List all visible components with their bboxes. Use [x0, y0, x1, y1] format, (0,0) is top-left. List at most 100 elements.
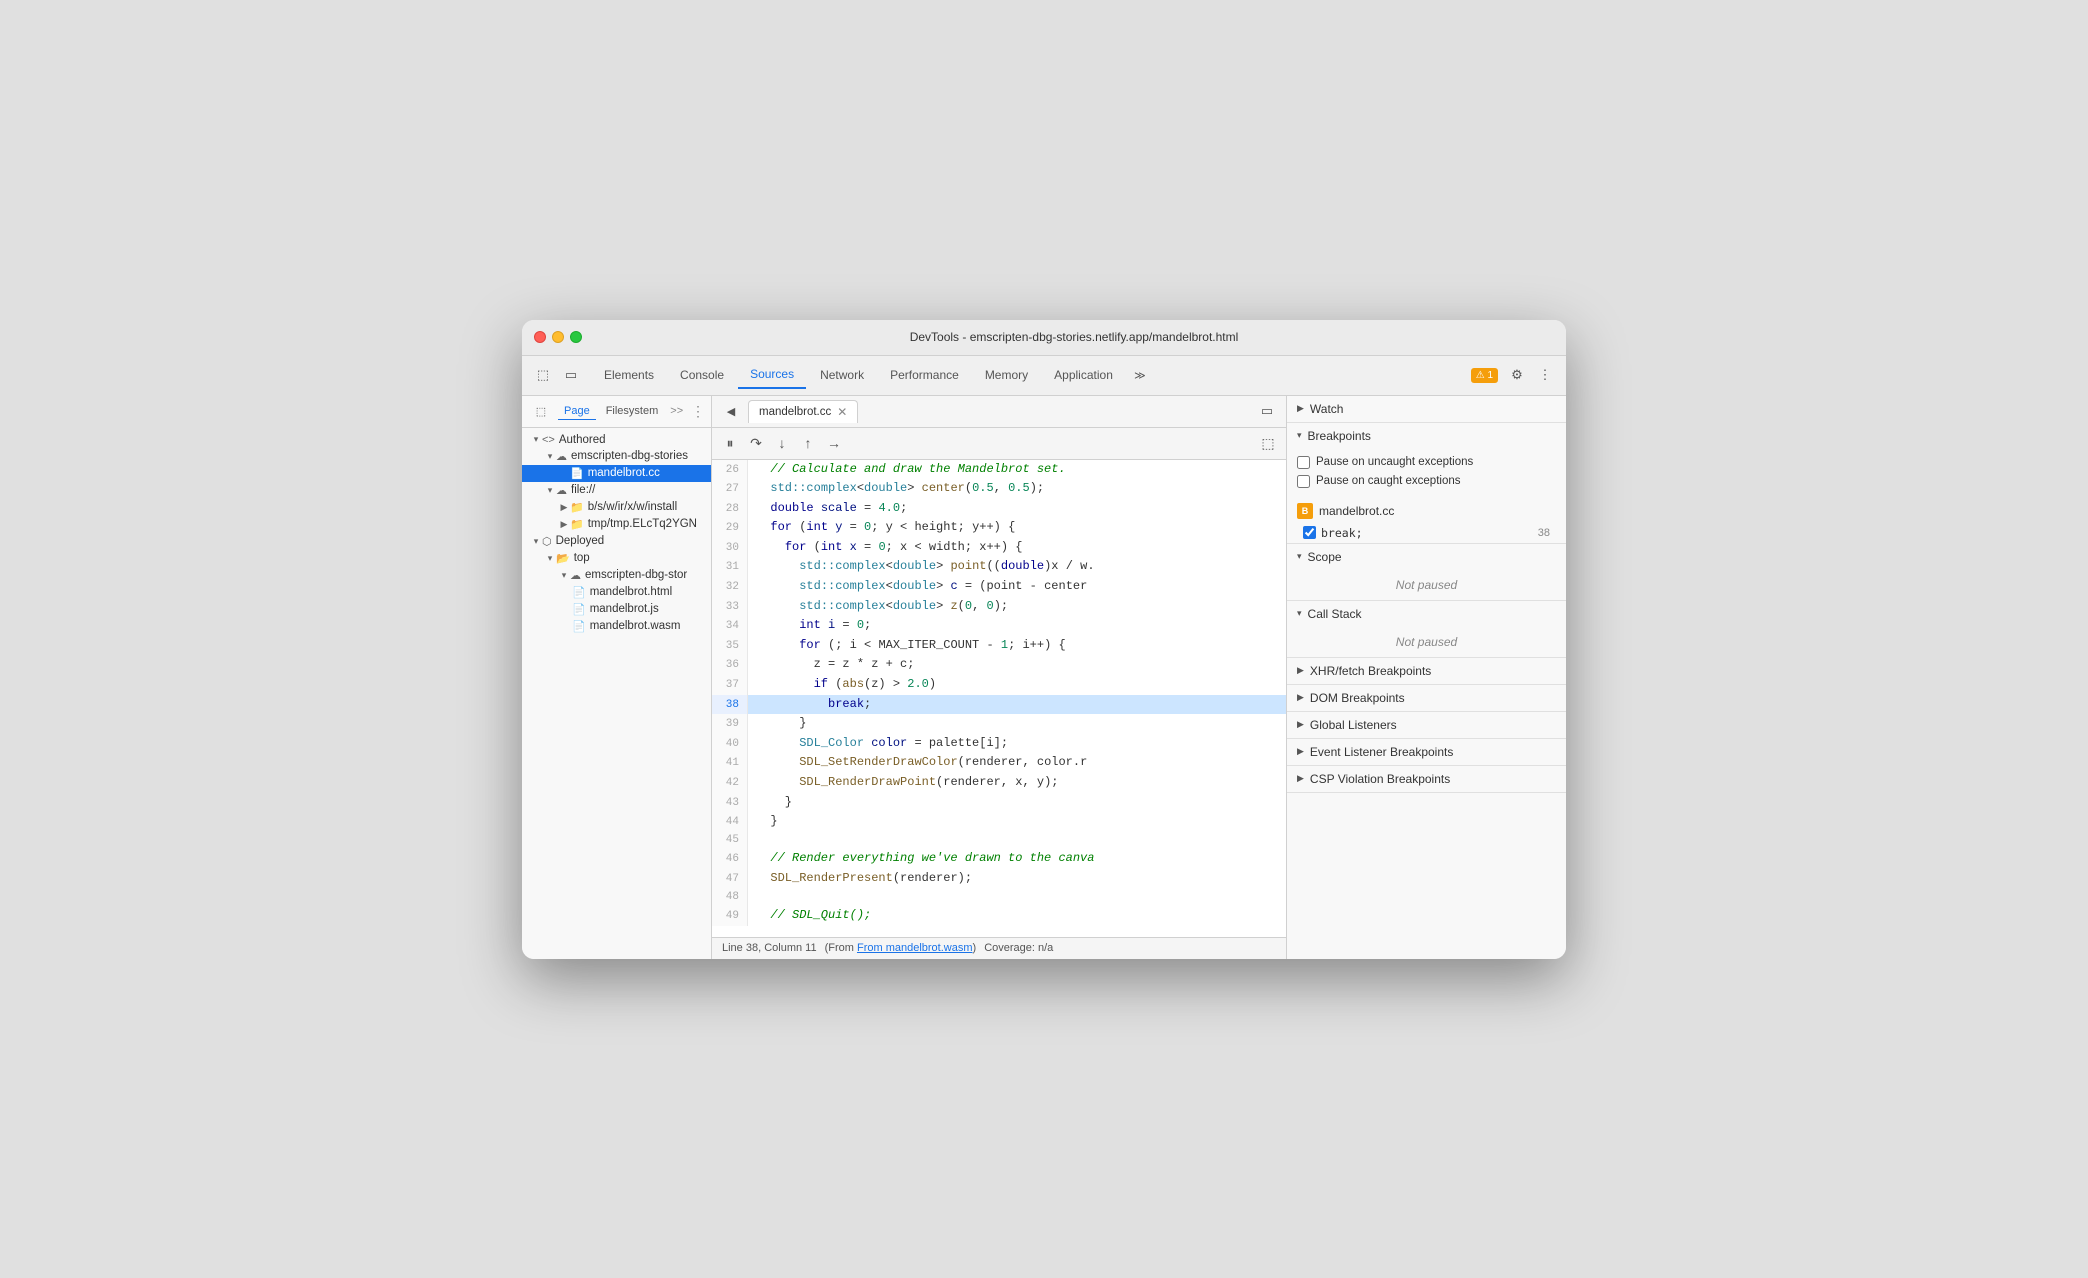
tree-top[interactable]: ▾ 📂 top	[522, 550, 711, 567]
deployed-arrow: ▾	[530, 536, 542, 547]
folder-icon: 📁	[570, 501, 584, 514]
tree-mandelbrot-js[interactable]: 📄 mandelbrot.js	[522, 601, 711, 618]
maximize-button[interactable]	[570, 331, 582, 343]
dom-arrow: ▶	[1297, 692, 1304, 703]
scope-label: Scope	[1308, 550, 1342, 564]
tab-elements[interactable]: Elements	[592, 362, 666, 388]
left-panel: ⬚ Page Filesystem >> ⋮ ▾ <> Authored ▾ ☁…	[522, 396, 712, 959]
xhr-header[interactable]: ▶ XHR/fetch Breakpoints	[1287, 658, 1566, 684]
xhr-section: ▶ XHR/fetch Breakpoints	[1287, 658, 1566, 685]
tab-performance[interactable]: Performance	[878, 362, 971, 388]
tab-memory[interactable]: Memory	[973, 362, 1040, 388]
more-options-icon[interactable]: ⋮	[1532, 362, 1558, 388]
global-label: Global Listeners	[1310, 718, 1397, 732]
tree-emscripten-authored[interactable]: ▾ ☁ emscripten-dbg-stories	[522, 448, 711, 465]
tree-file[interactable]: ▾ ☁ file://	[522, 482, 711, 499]
scope-header[interactable]: ▾ Scope	[1287, 544, 1566, 570]
tab-console[interactable]: Console	[668, 362, 736, 388]
pause-uncaught-label: Pause on uncaught exceptions	[1316, 456, 1473, 468]
cloud-icon3: ☁	[570, 569, 581, 582]
file-tab-label: mandelbrot.cc	[759, 406, 831, 418]
tab-sources[interactable]: Sources	[738, 361, 806, 389]
sidebar-toggle-icon[interactable]: ▭	[1254, 398, 1280, 424]
global-section: ▶ Global Listeners	[1287, 712, 1566, 739]
file-arrow2: ▾	[544, 485, 556, 496]
code-panel: ◀ mandelbrot.cc ✕ ▭ ⏸ ↷ ↓ ↑ →	[712, 396, 1286, 959]
code-line-26: 26 // Calculate and draw the Mandelbrot …	[712, 460, 1286, 480]
minimize-button[interactable]	[552, 331, 564, 343]
top-arrow: ▾	[544, 553, 556, 564]
bp-line-number: 38	[1538, 527, 1550, 539]
settings-icon[interactable]: ⚙	[1504, 362, 1530, 388]
tab-network[interactable]: Network	[808, 362, 876, 388]
watch-header[interactable]: ▶ Watch	[1287, 396, 1566, 422]
more-tabs-icon[interactable]: ≫	[1127, 362, 1153, 388]
debug-controls-right: ⬚	[1256, 431, 1280, 455]
code-line-38: 38 break;	[712, 695, 1286, 715]
html-file-icon: 📄	[572, 586, 586, 599]
nav-back-code-icon[interactable]: ◀	[718, 398, 744, 424]
tree-mandelbrot-wasm[interactable]: 📄 mandelbrot.wasm	[522, 618, 711, 635]
left-panel-tabs: ⬚ Page Filesystem >> ⋮	[522, 396, 711, 428]
more-left-tabs[interactable]: >>	[670, 405, 683, 417]
event-arrow: ▶	[1297, 746, 1304, 757]
code-line-40: 40 SDL_Color color = palette[i];	[712, 734, 1286, 754]
tree-mandelbrot-html[interactable]: 📄 mandelbrot.html	[522, 584, 711, 601]
event-section: ▶ Event Listener Breakpoints	[1287, 739, 1566, 766]
right-panel: ▶ Watch ▾ Breakpoints Pause on uncaught …	[1286, 396, 1566, 959]
tree-bswir[interactable]: ▶ 📁 b/s/w/ir/x/w/install	[522, 499, 711, 516]
file-tab-close[interactable]: ✕	[837, 405, 847, 419]
tab-filesystem[interactable]: Filesystem	[600, 403, 665, 419]
deployed-icon: ⬡	[542, 535, 552, 548]
csp-header[interactable]: ▶ CSP Violation Breakpoints	[1287, 766, 1566, 792]
step-out-icon[interactable]: ↑	[796, 431, 820, 455]
step-into-icon[interactable]: ↓	[770, 431, 794, 455]
pause-caught-row: Pause on caught exceptions	[1297, 472, 1556, 491]
code-line-31: 31 std::complex<double> point((double)x …	[712, 557, 1286, 577]
tree-mandelbrot-cc[interactable]: 📄 mandelbrot.cc	[522, 465, 711, 482]
code-line-35: 35 for (; i < MAX_ITER_COUNT - 1; i++) {	[712, 636, 1286, 656]
tab-application[interactable]: Application	[1042, 362, 1125, 388]
code-line-42: 42 SDL_RenderDrawPoint(renderer, x, y);	[712, 773, 1286, 793]
callstack-status: Not paused	[1287, 627, 1566, 657]
pause-uncaught-checkbox[interactable]	[1297, 456, 1310, 469]
code-line-48: 48	[712, 889, 1286, 907]
tab-page[interactable]: Page	[558, 403, 596, 420]
devtools-window: DevTools - emscripten-dbg-stories.netlif…	[522, 320, 1566, 959]
callstack-section: ▾ Call Stack Not paused	[1287, 601, 1566, 658]
scope-section: ▾ Scope Not paused	[1287, 544, 1566, 601]
code-area[interactable]: 26 // Calculate and draw the Mandelbrot …	[712, 460, 1286, 937]
callstack-arrow: ▾	[1297, 608, 1302, 619]
left-panel-menu[interactable]: ⋮	[691, 403, 705, 420]
callstack-header[interactable]: ▾ Call Stack	[1287, 601, 1566, 627]
tree-emscripten-deployed[interactable]: ▾ ☁ emscripten-dbg-stor	[522, 567, 711, 584]
wasm-file-icon: 📄	[572, 620, 586, 633]
dom-header[interactable]: ▶ DOM Breakpoints	[1287, 685, 1566, 711]
source-link[interactable]: From mandelbrot.wasm	[857, 942, 973, 954]
bp-break-checkbox[interactable]	[1303, 526, 1316, 539]
pause-icon[interactable]: ⏸	[718, 431, 742, 455]
step-icon[interactable]: →	[822, 431, 846, 455]
tree-authored[interactable]: ▾ <> Authored	[522, 432, 711, 448]
file-tab-mandelbrot[interactable]: mandelbrot.cc ✕	[748, 400, 858, 423]
nav-back-icon[interactable]: ⬚	[528, 398, 554, 424]
inspect-icon[interactable]: ⬚	[530, 362, 556, 388]
watch-label: Watch	[1310, 402, 1344, 416]
tree-tmp[interactable]: ▶ 📁 tmp/tmp.ELcTq2YGN	[522, 516, 711, 533]
csp-section: ▶ CSP Violation Breakpoints	[1287, 766, 1566, 793]
code-line-43: 43 }	[712, 793, 1286, 813]
code-line-39: 39 }	[712, 714, 1286, 734]
breakpoints-header[interactable]: ▾ Breakpoints	[1287, 423, 1566, 449]
code-icon: <>	[542, 434, 555, 446]
event-header[interactable]: ▶ Event Listener Breakpoints	[1287, 739, 1566, 765]
device-icon[interactable]: ▭	[558, 362, 584, 388]
pause-caught-label: Pause on caught exceptions	[1316, 475, 1461, 487]
pause-caught-checkbox[interactable]	[1297, 475, 1310, 488]
dom-section: ▶ DOM Breakpoints	[1287, 685, 1566, 712]
tree-deployed[interactable]: ▾ ⬡ Deployed	[522, 533, 711, 550]
deactivate-bp-icon[interactable]: ⬚	[1256, 431, 1280, 455]
code-line-44: 44 }	[712, 812, 1286, 832]
global-header[interactable]: ▶ Global Listeners	[1287, 712, 1566, 738]
close-button[interactable]	[534, 331, 546, 343]
step-over-icon[interactable]: ↷	[744, 431, 768, 455]
